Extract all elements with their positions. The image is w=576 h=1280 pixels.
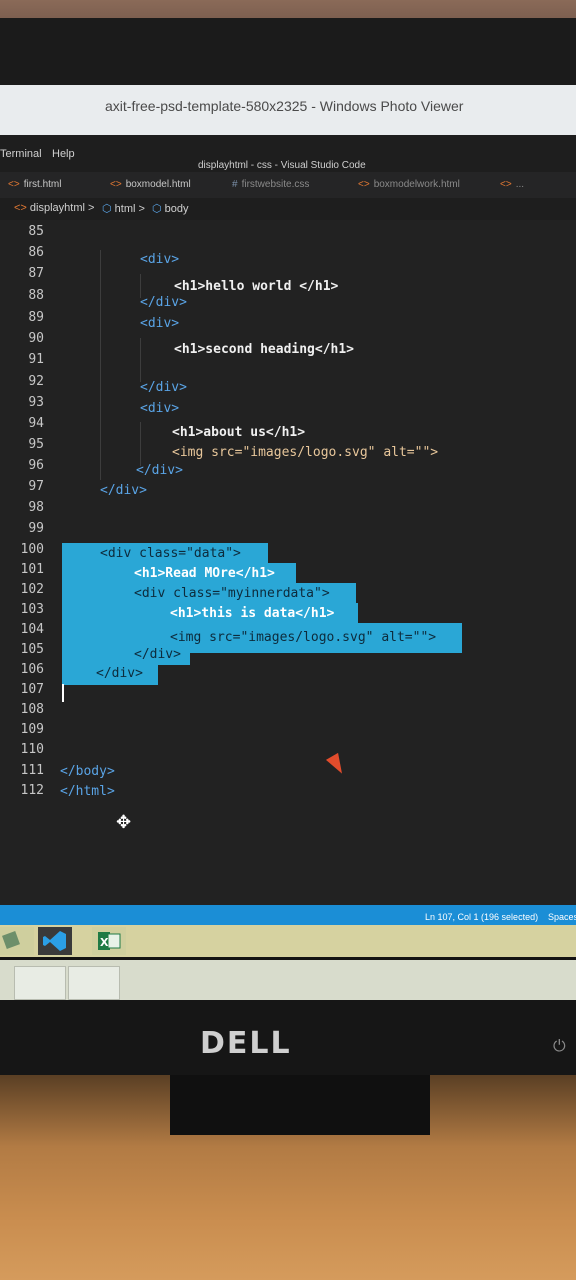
tab-label: ... [515, 179, 525, 190]
photo-viewer-title: axit-free-psd-template-580x2325 - Window… [105, 98, 464, 114]
cursor-position[interactable]: Ln 107, Col 1 (196 selected) [425, 912, 538, 922]
taskbar-app-icon[interactable] [0, 927, 34, 955]
breadcrumb-body[interactable]: ⬡ body [152, 202, 189, 215]
code-line-selected[interactable]: <img src="images/logo.svg" alt=""> [170, 630, 436, 645]
svg-text:X: X [100, 936, 109, 949]
indentation-status[interactable]: Spaces [548, 912, 576, 922]
line-number: 91 [28, 352, 44, 367]
tab-bar: <> first.html <> boxmodel.html # firstwebsi… [0, 172, 576, 198]
vscode-icon[interactable] [38, 927, 72, 955]
line-number: 112 [20, 783, 44, 798]
code-line-selected[interactable]: <h1>Read MOre</h1> [134, 566, 275, 581]
line-number: 90 [28, 331, 44, 346]
menu-terminal[interactable]: Terminal [0, 148, 42, 160]
tab-more[interactable]: <>... [500, 179, 524, 190]
code-line[interactable]: </html> [60, 784, 115, 799]
line-number: 102 [20, 582, 44, 597]
code-line-selected[interactable]: </div> [96, 666, 143, 681]
breadcrumb-html[interactable]: ⬡ html > [102, 202, 145, 215]
code-line[interactable]: <h1>hello world </h1> [174, 279, 338, 294]
line-number: 85 [28, 224, 44, 239]
move-icon: ✥ [116, 812, 132, 833]
line-number: 103 [20, 602, 44, 617]
code-line[interactable]: </div> [100, 483, 147, 498]
indent-guide [140, 338, 141, 382]
code-line[interactable]: <div> [140, 401, 179, 416]
line-number: 89 [28, 310, 44, 325]
indent-guide [140, 422, 141, 466]
element-icon: ⬡ [152, 203, 162, 215]
code-line-selected[interactable]: <h1>this is data</h1> [170, 606, 334, 621]
element-icon: ⬡ [102, 203, 112, 215]
line-number: 99 [28, 521, 44, 536]
line-number: 98 [28, 500, 44, 515]
power-icon[interactable]: ⏻ [553, 1036, 571, 1055]
code-line[interactable]: <img src="images/logo.svg" alt=""> [172, 445, 438, 460]
line-number: 104 [20, 622, 44, 637]
line-number: 101 [20, 562, 44, 577]
line-number: 87 [28, 266, 44, 281]
breadcrumb: <> displayhtml > ⬡ html > ⬡ body [0, 198, 576, 220]
breadcrumb-file[interactable]: <> displayhtml > [14, 202, 94, 214]
tab-boxmodel-html[interactable]: <> boxmodel.html [110, 179, 191, 190]
line-number: 111 [20, 763, 44, 778]
code-line[interactable]: <div> [140, 252, 179, 267]
line-number: 100 [20, 542, 44, 557]
text-cursor [62, 684, 64, 702]
line-number: 94 [28, 416, 44, 431]
html-file-icon: <> [14, 202, 27, 214]
code-line-selected[interactable]: <div class="data"> [100, 546, 241, 561]
monitor-bezel-top [0, 18, 576, 88]
line-number: 93 [28, 395, 44, 410]
tab-label: first.html [23, 179, 62, 190]
tab-label: boxmodel.html [125, 179, 191, 190]
line-number: 110 [20, 742, 44, 757]
line-number: 88 [28, 288, 44, 303]
line-number: 95 [28, 437, 44, 452]
code-line[interactable]: </div> [140, 380, 187, 395]
line-number: 92 [28, 374, 44, 389]
code-line[interactable]: </div> [136, 463, 183, 478]
taskbar [0, 925, 576, 957]
line-number: 97 [28, 479, 44, 494]
line-number: 86 [28, 245, 44, 260]
tab-boxmodelwork-html[interactable]: <> boxmodelwork.html [358, 179, 460, 190]
monitor-logo: DELL [200, 1026, 292, 1061]
code-line-selected[interactable]: </div> [134, 647, 181, 662]
menu-help[interactable]: Help [52, 148, 75, 160]
tab-label: boxmodelwork.html [373, 179, 460, 190]
code-line[interactable]: </div> [140, 295, 187, 310]
excel-icon[interactable]: X [92, 927, 126, 955]
html-file-icon: <> [8, 179, 20, 190]
html-file-icon: <> [500, 179, 512, 190]
tab-first-html[interactable]: <> first.html [8, 179, 61, 190]
line-number: 96 [28, 458, 44, 473]
tab-firstwebsite-css[interactable]: # firstwebsite.css [232, 179, 309, 190]
line-number: 105 [20, 642, 44, 657]
html-file-icon: <> [110, 179, 122, 190]
tab-label: firstwebsite.css [241, 179, 310, 190]
line-number: 106 [20, 662, 44, 677]
indent-guide [100, 250, 101, 480]
window-title: displayhtml - css - Visual Studio Code [198, 160, 366, 171]
line-number: 108 [20, 702, 44, 717]
line-number: 107 [20, 682, 44, 697]
code-line[interactable]: <h1>second heading</h1> [174, 342, 354, 357]
code-line-selected[interactable]: <div class="myinnerdata"> [134, 586, 330, 601]
css-file-icon: # [232, 179, 238, 190]
code-line[interactable]: <h1>about us</h1> [172, 425, 305, 440]
monitor-stand [170, 1075, 430, 1135]
code-line[interactable]: </body> [60, 764, 115, 779]
line-number: 109 [20, 722, 44, 737]
code-line[interactable]: <div> [140, 316, 179, 331]
window-thumbnail[interactable] [14, 966, 66, 1000]
html-file-icon: <> [358, 179, 370, 190]
window-thumbnail[interactable] [68, 966, 120, 1000]
